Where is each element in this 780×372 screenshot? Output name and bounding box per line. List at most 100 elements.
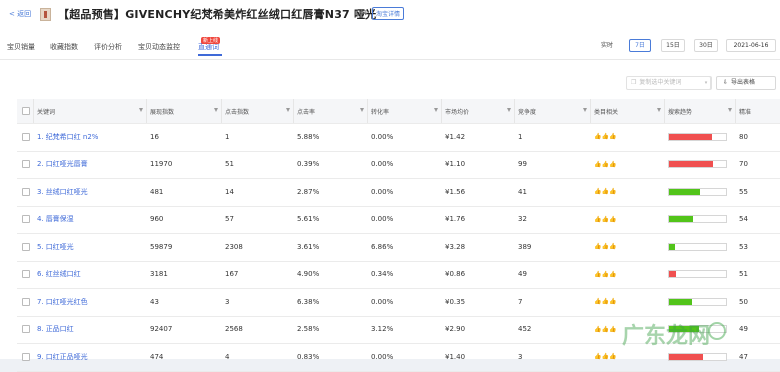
row-checkbox[interactable] [22,215,30,224]
range-30d[interactable]: 30日 [694,39,718,52]
table-cell: ¥1.76 [442,206,515,234]
cell-value: 80 [739,132,748,141]
keyword-link[interactable]: 丝绒口红哑光 [46,187,88,197]
cell-value: 41 [518,187,527,196]
column-header[interactable]: 类目相关 [591,99,665,123]
range-7d[interactable]: 7日 [629,39,651,52]
table-cell: 47 [736,343,780,371]
search-trend-bar [668,187,727,196]
export-label: 导出表格 [731,79,756,86]
column-header[interactable]: 点击率 [294,99,368,123]
filter-icon[interactable] [728,108,732,112]
filter-icon[interactable] [434,108,438,112]
chevron-down-icon[interactable]: ▾ [702,76,711,90]
product-title: 【超品预售】GIVENCHY纪梵希美炸红丝绒口红唇膏N37 哑光 [58,8,377,21]
table-row: 5. 口红哑光 59879 2308 3.61% 6.86% ¥3.28 389 👍👍👍 53 [17,233,780,262]
table-cell: ¥3.28 [442,233,515,261]
table-cell: 59879 [147,233,222,261]
tab-sales[interactable]: 宝贝销量 [7,42,35,52]
filter-icon[interactable] [360,108,364,112]
filter-icon[interactable] [286,108,290,112]
row-checkbox[interactable] [22,270,30,279]
export-button[interactable]: ⇩ 导出表格 [716,76,776,90]
search-trend-fill [669,243,675,250]
column-header[interactable]: 点击指数 [222,99,294,123]
keyword-link[interactable]: 口红正品哑光 [46,352,88,362]
table-cell: ¥0.86 [442,261,515,289]
table-cell: 49 [736,316,780,344]
row-checkbox[interactable] [22,325,30,334]
divider [0,59,780,60]
column-header[interactable]: 关键词 [34,99,147,123]
keyword-link[interactable]: 口红哑光唇膏 [46,159,88,169]
filter-icon[interactable] [214,108,218,112]
cell-value: 3 [518,352,523,361]
table-cell [665,233,736,261]
table-cell: 0.00% [368,151,442,179]
filter-icon[interactable] [507,108,511,112]
copy-keywords-button[interactable]: ❐ 复制选中关键词 [626,76,712,90]
range-15d[interactable]: 15日 [661,39,685,52]
cell-value: ¥0.35 [445,297,466,306]
row-checkbox[interactable] [22,242,30,251]
table-cell: 3.61% [294,233,368,261]
cell-value: 4.90% [297,270,320,279]
table-cell: 1. 纪梵希口红 n2% [34,123,147,151]
table-row: 3. 丝绒口红哑光 481 14 2.87% 0.00% ¥1.56 41 👍👍👍 55 [17,178,780,207]
keyword-link[interactable]: 红丝绒口红 [46,269,81,279]
back-link[interactable]: < 返回 [9,9,31,19]
row-checkbox[interactable] [22,160,30,169]
table-cell: 👍👍👍 [591,151,665,179]
range-realtime[interactable]: 实时 [596,39,618,52]
column-header[interactable]: 转化率 [368,99,442,123]
select-all-checkbox[interactable] [22,107,30,115]
cell-value: 16 [150,132,159,141]
column-header[interactable]: 竞争度 [515,99,591,123]
filter-icon[interactable] [139,108,143,112]
taobao-detail-button[interactable]: 淘宝详情 [372,7,405,20]
row-checkbox[interactable] [22,132,30,141]
row-checkbox-cell [17,151,34,179]
filter-icon[interactable] [657,108,661,112]
column-header-label: 点击率 [297,108,316,116]
cell-value: 49 [518,270,527,279]
column-header[interactable]: 市场均价 [442,99,515,123]
keyword-link[interactable]: 口红哑光红色 [46,297,88,307]
category-relevance-icon: 👍👍👍 [594,325,617,333]
keyword-link[interactable]: 纪梵希口红 n2% [46,132,99,142]
active-tab-indicator [198,54,222,56]
cell-value: 2.87% [297,187,320,196]
search-trend-bar [668,215,727,224]
search-trend-bar [668,242,727,251]
keyword-link[interactable]: 唇膏保湿 [46,214,74,224]
filter-icon[interactable] [583,108,587,112]
column-header-label: 市场均价 [445,108,470,116]
row-checkbox[interactable] [22,297,30,306]
tab-reviews[interactable]: 评价分析 [94,42,122,52]
cell-value: 5.88% [297,132,320,141]
table-cell: 960 [147,206,222,234]
date-picker[interactable]: 2021-06-16 [726,39,776,52]
row-checkbox[interactable] [22,352,30,361]
keyword-link[interactable]: 口红哑光 [46,242,74,252]
row-rank: 8. [37,325,44,334]
tab-favorites[interactable]: 收藏指数 [50,42,78,52]
cell-value: 452 [518,325,532,334]
table-cell: 452 [515,316,591,344]
column-header[interactable]: 搜索趋势 [665,99,736,123]
table-cell: 👍👍👍 [591,261,665,289]
table-cell [665,178,736,206]
column-header[interactable]: 精准 [736,99,780,123]
column-header-label: 竞争度 [518,108,537,116]
cell-value: ¥1.10 [445,160,466,169]
table-cell: 3 [515,343,591,371]
row-checkbox-cell [17,261,34,289]
row-checkbox-cell [17,343,34,371]
table-cell: 80 [736,123,780,151]
keyword-link[interactable]: 正品口红 [46,324,74,334]
column-header[interactable]: 展现指数 [147,99,222,123]
row-checkbox[interactable] [22,187,30,196]
tab-monitor[interactable]: 宝贝动态监控 [138,42,180,52]
table-cell: 55 [736,178,780,206]
swap-icon[interactable]: ⇆ [360,8,368,18]
